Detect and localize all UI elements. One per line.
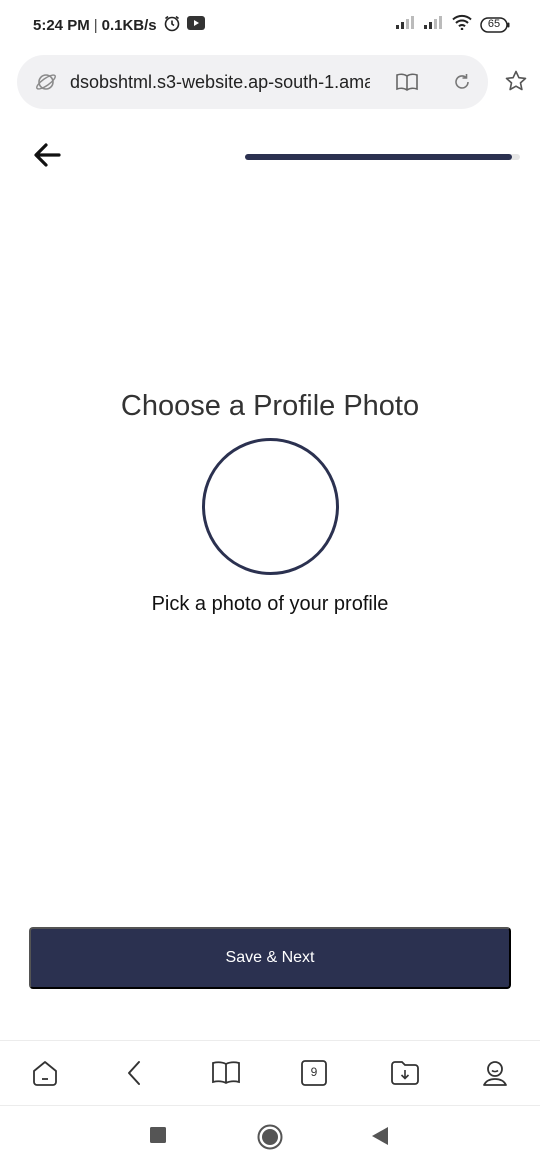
page-subtitle: Pick a photo of your profile bbox=[151, 593, 389, 615]
back-icon[interactable] bbox=[122, 1059, 148, 1092]
signal-icon bbox=[396, 15, 416, 34]
bookmarks-icon[interactable] bbox=[211, 1059, 241, 1092]
status-separator: | bbox=[93, 16, 98, 34]
url-bar[interactable]: dsobshtml.s3-website.ap-south-1.amazonaw… bbox=[17, 55, 488, 109]
tab-count: 9 bbox=[310, 1065, 318, 1079]
status-left: 5:24 PM | 0.1KB/s bbox=[33, 14, 205, 36]
system-nav-bar bbox=[0, 1106, 540, 1170]
home-icon[interactable] bbox=[30, 1059, 60, 1092]
profile-icon[interactable] bbox=[481, 1059, 509, 1092]
star-icon[interactable] bbox=[504, 69, 528, 98]
url-text[interactable]: dsobshtml.s3-website.ap-south-1.amazonaw… bbox=[70, 72, 370, 93]
home-nav-icon[interactable] bbox=[257, 1124, 283, 1155]
reader-mode-icon[interactable] bbox=[396, 72, 418, 97]
status-time: 5:24 PM bbox=[33, 16, 90, 34]
page-title: Choose a Profile Photo bbox=[120, 390, 420, 422]
reload-icon[interactable] bbox=[452, 72, 472, 97]
signal-icon bbox=[424, 15, 444, 34]
youtube-icon bbox=[186, 16, 205, 34]
profile-photo-picker[interactable] bbox=[202, 438, 339, 575]
alarm-icon bbox=[163, 14, 181, 36]
recents-icon[interactable] bbox=[149, 1126, 167, 1149]
downloads-icon[interactable] bbox=[390, 1059, 420, 1092]
battery-level: 65 bbox=[487, 17, 501, 30]
status-right: 65 bbox=[396, 14, 510, 35]
wifi-icon bbox=[452, 14, 472, 35]
tabs-icon[interactable]: 9 bbox=[300, 1059, 328, 1092]
progress-fill bbox=[245, 154, 512, 160]
back-arrow-icon[interactable] bbox=[33, 142, 61, 173]
progress-bar bbox=[245, 154, 520, 160]
status-bar: 5:24 PM | 0.1KB/s 65 bbox=[0, 0, 540, 48]
back-nav-icon[interactable] bbox=[370, 1126, 390, 1151]
globe-icon bbox=[36, 72, 56, 97]
status-net-speed: 0.1KB/s bbox=[101, 16, 157, 34]
browser-toolbar: 9 bbox=[0, 1040, 540, 1106]
battery-icon: 65 bbox=[480, 16, 510, 33]
save-next-button[interactable]: Save & Next bbox=[29, 927, 511, 989]
